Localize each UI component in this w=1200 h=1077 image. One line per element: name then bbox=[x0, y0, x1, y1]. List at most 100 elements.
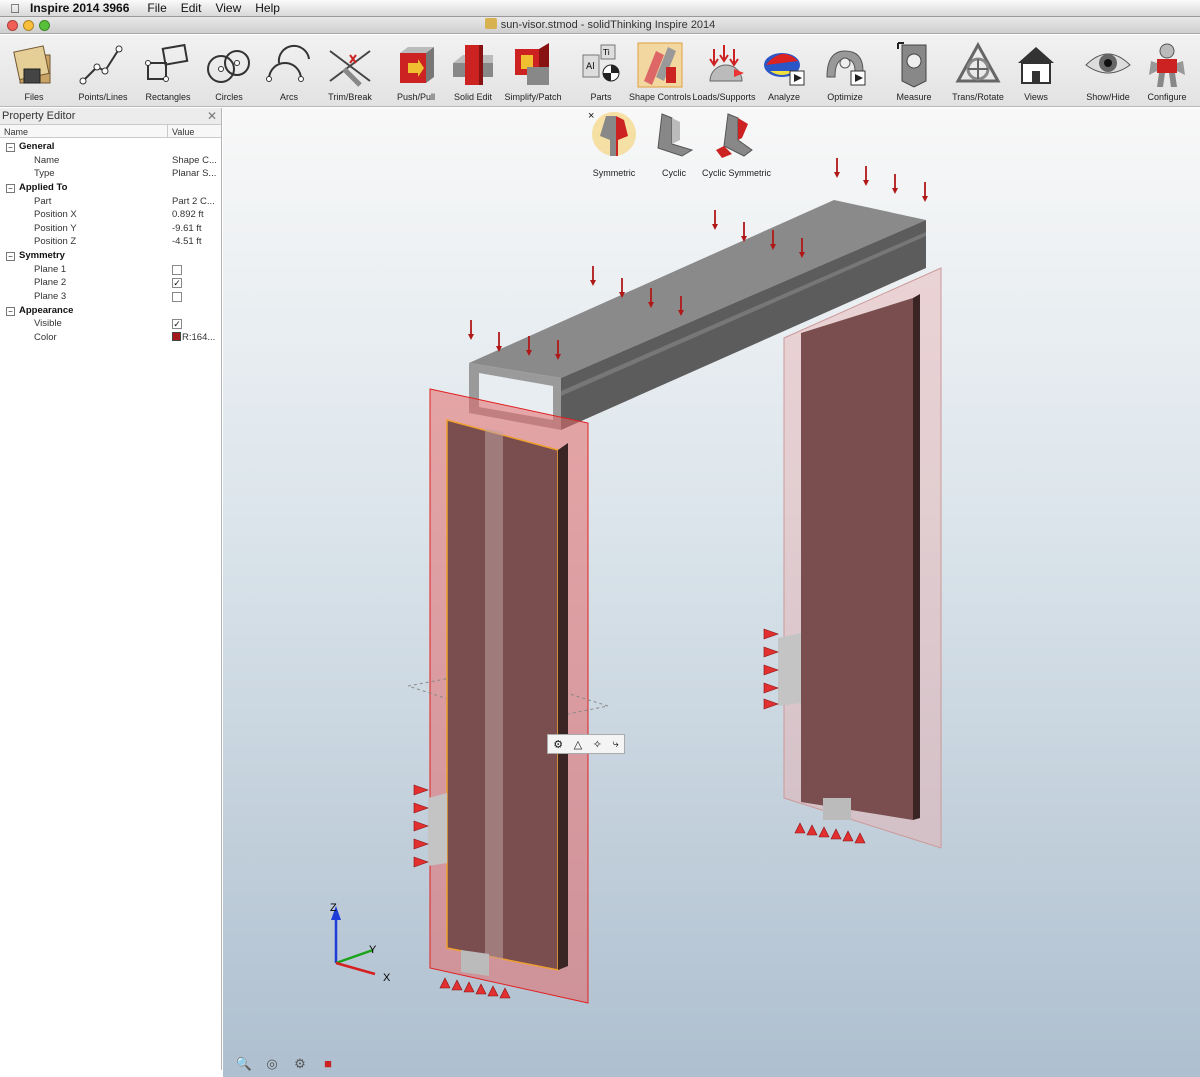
trim-break-tool-button[interactable]: Trim/Break bbox=[313, 41, 387, 102]
plane-3-checkbox[interactable] bbox=[172, 292, 182, 303]
zoom-in-icon[interactable]: 🔍 bbox=[235, 1056, 253, 1074]
window-minimize-button[interactable] bbox=[23, 20, 34, 31]
collapse-toggle-icon[interactable]: − bbox=[6, 306, 15, 316]
support-cone bbox=[818, 826, 830, 838]
move-icon[interactable]: ✧ bbox=[593, 738, 602, 751]
property-row-type[interactable]: Type Planar S... bbox=[0, 167, 221, 181]
support-cone bbox=[499, 987, 511, 999]
support-cone bbox=[413, 784, 429, 796]
property-row-position-y[interactable]: Position Y -9.61 ft bbox=[0, 222, 221, 236]
app-name-menu[interactable]: Inspire 2014 3966 bbox=[30, 1, 129, 15]
property-editor-header: Property Editor ✕ bbox=[0, 108, 221, 124]
support-cone bbox=[487, 985, 499, 997]
color-swatch[interactable] bbox=[172, 331, 181, 341]
support-cone bbox=[451, 979, 463, 991]
collapse-toggle-icon[interactable]: − bbox=[6, 183, 15, 193]
model-scene[interactable]: Z Y X bbox=[223, 108, 1200, 1077]
points-lines-tool-button[interactable]: Points/Lines bbox=[66, 41, 140, 102]
value-column-header[interactable]: Value bbox=[172, 127, 194, 137]
property-row-part[interactable]: Part Part 2 C... bbox=[0, 195, 221, 209]
property-row-name[interactable]: Name Shape C... bbox=[0, 154, 221, 168]
cyclic-symmetric-tool-button[interactable]: Cyclic Symmetric bbox=[702, 110, 771, 178]
support-cone bbox=[763, 664, 779, 676]
column-divider[interactable] bbox=[167, 125, 168, 138]
property-row-position-x[interactable]: Position X 0.892 ft bbox=[0, 208, 221, 222]
axis-z-label: Z bbox=[330, 902, 337, 914]
support-cone bbox=[806, 824, 818, 836]
plane-1-checkbox[interactable] bbox=[172, 264, 182, 275]
visible-checkbox[interactable]: ✓ bbox=[172, 319, 182, 330]
measure-tool-button[interactable]: Measure bbox=[877, 41, 951, 102]
files-label: Files bbox=[24, 92, 44, 102]
property-columns-header: Name Value bbox=[0, 124, 221, 138]
cyclic-symmetric-label: Cyclic Symmetric bbox=[702, 168, 771, 178]
load-arrow-head bbox=[863, 180, 869, 186]
solid-edit-icon bbox=[453, 45, 493, 85]
views-tool-button[interactable]: Views bbox=[999, 41, 1073, 102]
property-row-color[interactable]: Color R:164... bbox=[0, 331, 221, 345]
plane-2-checkbox[interactable]: ✓ bbox=[172, 278, 182, 289]
property-editor-panel: Property Editor ✕ Name Value − General Na… bbox=[0, 108, 222, 1070]
right-support-block bbox=[823, 798, 851, 820]
shape-controls-tool-button[interactable]: Shape Controls bbox=[623, 41, 697, 102]
name-column-header[interactable]: Name bbox=[4, 127, 28, 137]
apple-menu-icon[interactable]:  bbox=[0, 1, 30, 16]
symmetric-tool-button[interactable]: Symmetric bbox=[582, 110, 646, 178]
menu-view[interactable]: View bbox=[215, 1, 241, 15]
model-viewport[interactable]: Z Y X ⚙ △ ✧ ⤷ 🔍 ◎ ⚙ ■ bbox=[223, 108, 1200, 1077]
window-close-button[interactable] bbox=[7, 20, 18, 31]
symmetric-icon[interactable]: ⚙ bbox=[553, 738, 563, 751]
load-arrow-head bbox=[468, 334, 474, 340]
menu-edit[interactable]: Edit bbox=[181, 1, 202, 15]
optimize-tool-button[interactable]: Optimize bbox=[808, 41, 882, 102]
window-title-bar: sun-visor.stmod - solidThinking Inspire … bbox=[0, 17, 1200, 34]
load-arrow-head bbox=[892, 188, 898, 194]
support-cone bbox=[475, 983, 487, 995]
views-label: Views bbox=[1024, 92, 1048, 102]
group-applied-to[interactable]: − Applied To bbox=[0, 181, 221, 195]
collapse-toggle-icon[interactable]: − bbox=[6, 252, 15, 262]
support-cone bbox=[413, 856, 429, 868]
property-row-visible[interactable]: Visible ✓ bbox=[0, 317, 221, 331]
camera-icon[interactable]: ⚙ bbox=[291, 1056, 309, 1074]
simplify-patch-tool-button[interactable]: Simplify/Patch bbox=[496, 41, 570, 102]
right-column-face bbox=[801, 298, 913, 820]
property-row-plane-1[interactable]: Plane 1 bbox=[0, 263, 221, 277]
close-icon[interactable]: ✕ bbox=[207, 109, 217, 123]
property-row-plane-2[interactable]: Plane 2 ✓ bbox=[0, 276, 221, 290]
collapse-toggle-icon[interactable]: − bbox=[6, 143, 15, 152]
cyclic-icon bbox=[657, 113, 694, 157]
axis-triad: Z Y X bbox=[330, 902, 391, 984]
trim-break-label: Trim/Break bbox=[328, 92, 372, 102]
points-lines-label: Points/Lines bbox=[78, 92, 128, 102]
zoom-fit-icon[interactable]: ◎ bbox=[263, 1056, 281, 1074]
color-value[interactable]: R:164... bbox=[172, 331, 220, 345]
group-appearance[interactable]: − Appearance bbox=[0, 304, 221, 318]
left-column-side bbox=[558, 443, 568, 970]
svg-text:Al: Al bbox=[586, 62, 595, 72]
trim-break-icon bbox=[329, 50, 371, 87]
support-cone bbox=[763, 682, 779, 694]
cyclic-tool-button[interactable]: Cyclic bbox=[642, 110, 706, 178]
menu-help[interactable]: Help bbox=[255, 1, 280, 15]
left-support-block bbox=[461, 950, 489, 976]
optimize-label: Optimize bbox=[827, 92, 863, 102]
right-side-support-block bbox=[778, 633, 801, 706]
optimize-icon bbox=[826, 50, 866, 86]
window-maximize-button[interactable] bbox=[39, 20, 50, 31]
cyclic-label: Cyclic bbox=[662, 168, 686, 178]
group-symmetry[interactable]: − Symmetry bbox=[0, 249, 221, 263]
document-icon bbox=[484, 18, 497, 29]
menu-file[interactable]: File bbox=[147, 1, 166, 15]
support-cone bbox=[830, 828, 842, 840]
rotate-icon[interactable]: △ bbox=[574, 738, 582, 751]
property-row-position-z[interactable]: Position Z -4.51 ft bbox=[0, 235, 221, 249]
support-cone bbox=[413, 802, 429, 814]
group-general[interactable]: − General bbox=[0, 140, 221, 154]
files-tool-button[interactable]: Files bbox=[0, 41, 71, 102]
stop-icon[interactable]: ■ bbox=[319, 1056, 337, 1074]
axis-icon[interactable]: ⤷ bbox=[613, 738, 619, 751]
configure-label: Configure bbox=[1147, 92, 1187, 102]
property-row-plane-3[interactable]: Plane 3 bbox=[0, 290, 221, 304]
configure-tool-button[interactable]: Configure bbox=[1130, 41, 1200, 102]
